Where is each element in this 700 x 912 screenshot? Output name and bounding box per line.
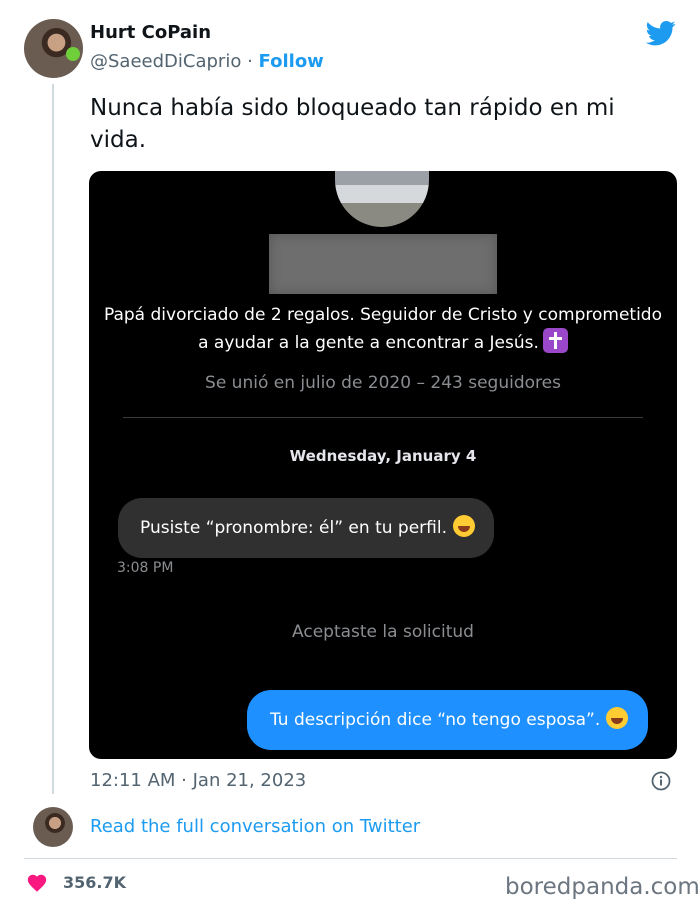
like-count: 356.7K: [63, 873, 127, 892]
laughing-emoji-icon: [606, 707, 629, 729]
tweet-text: Nunca había sido bloqueado tan rápido en…: [90, 95, 615, 153]
bio-line-2-row: a ayudar a la gente a encontrar a Jesús.: [89, 328, 677, 356]
twitter-bird-icon[interactable]: [645, 18, 677, 48]
profile-bio: Papá divorciado de 2 regalos. Seguidor d…: [89, 302, 677, 356]
bio-line-1: Papá divorciado de 2 regalos. Seguidor d…: [103, 305, 662, 325]
author-avatar[interactable]: [24, 19, 83, 78]
outgoing-message-bubble: Tu descripción dice “no tengo esposa”.: [247, 690, 648, 750]
divider: [123, 417, 643, 418]
footer-divider: [24, 858, 677, 859]
incoming-message-text: Pusiste “pronombre: él” en tu perfil.: [140, 518, 447, 538]
date-header: Wednesday, January 4: [289, 447, 477, 465]
watermark: boredpanda.com: [505, 874, 700, 900]
embedded-screenshot[interactable]: Papá divorciado de 2 regalos. Seguidor d…: [89, 171, 677, 759]
reply-avatar[interactable]: [33, 807, 73, 847]
author-handle[interactable]: @SaeedDiCaprio: [90, 51, 241, 72]
joined-info: Se unió en julio de 2020 – 243 seguidore…: [205, 373, 561, 393]
profile-photo: [335, 171, 429, 227]
laughing-emoji-icon: [453, 515, 475, 537]
outgoing-message-text: Tu descripción dice “no tengo esposa”.: [270, 710, 601, 730]
author-handle-row: @SaeedDiCaprio · Follow: [90, 51, 324, 72]
accepted-request-notice: Aceptaste la solicitud: [292, 622, 474, 642]
info-icon[interactable]: [651, 771, 671, 791]
author-name[interactable]: Hurt CoPain: [90, 22, 211, 43]
read-conversation-link[interactable]: Read the full conversation on Twitter: [90, 816, 420, 837]
redacted-name-block: [269, 234, 497, 294]
incoming-message-bubble: Pusiste “pronombre: él” en tu perfil.: [118, 498, 494, 558]
tweet-timestamp[interactable]: 12:11 AM · Jan 21, 2023: [90, 770, 306, 791]
cross-emoji-icon: [542, 328, 568, 353]
separator-dot: ·: [247, 51, 253, 72]
heart-icon[interactable]: [26, 872, 48, 894]
thread-line: [52, 84, 54, 794]
incoming-message-time: 3:08 PM: [117, 560, 174, 576]
follow-button[interactable]: Follow: [259, 51, 324, 72]
bio-line-2: a ayudar a la gente a encontrar a Jesús.: [198, 333, 539, 353]
avatar-badge: [66, 47, 80, 61]
